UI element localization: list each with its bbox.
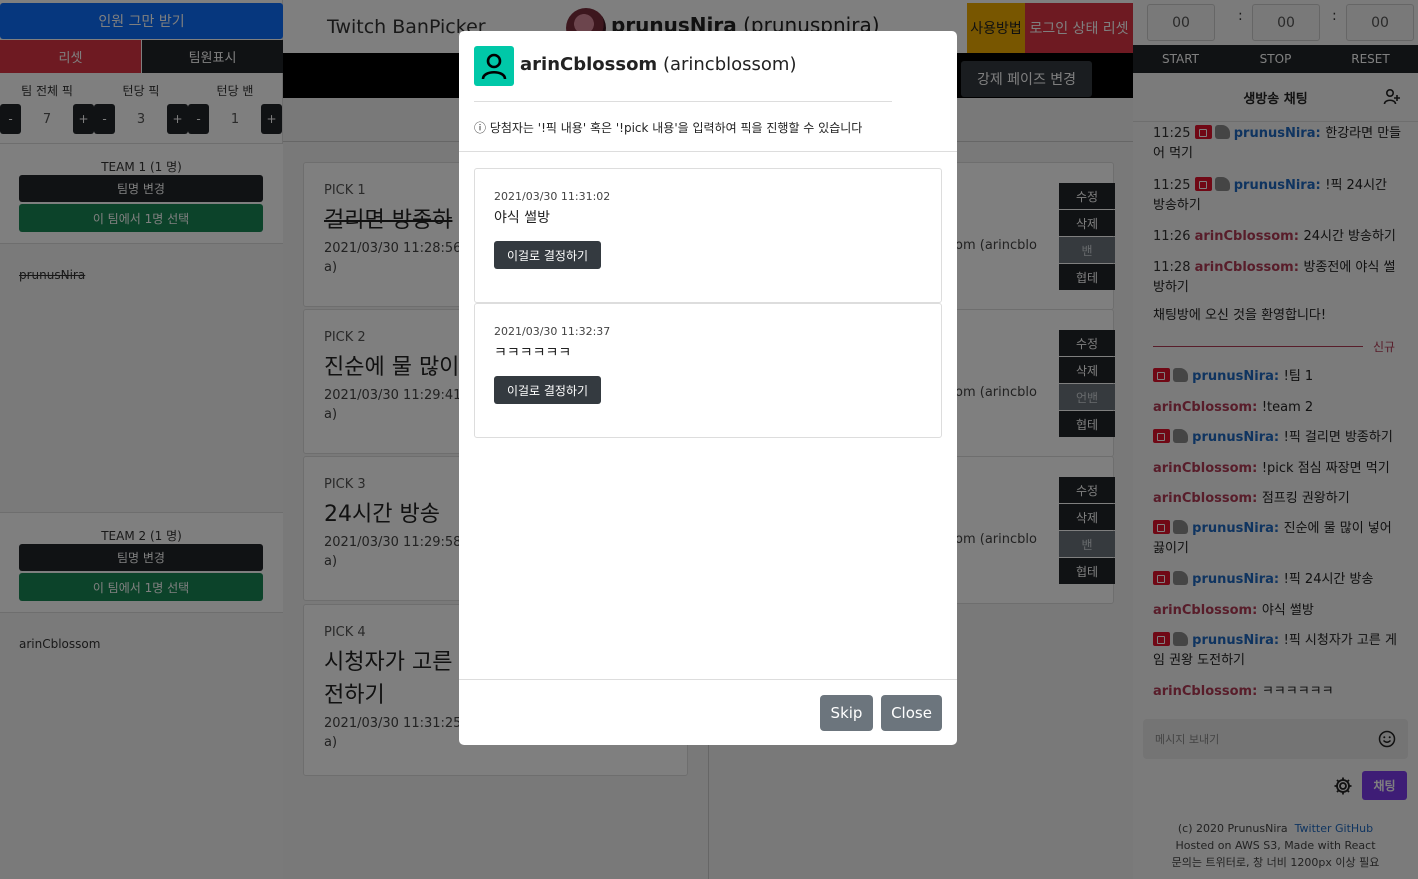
close-button[interactable]: Close	[881, 695, 942, 731]
pick-selection-modal: arinCblossom (arincblossom) ⓘ 당첨자는 '!픽 내…	[459, 31, 957, 745]
candidate-text: ㅋㅋㅋㅋㅋㅋ	[494, 345, 572, 361]
candidate-card: 2021/03/30 11:32:37 ㅋㅋㅋㅋㅋㅋ 이걸로 결정하기	[474, 303, 942, 438]
modal-footer-divider	[459, 679, 957, 680]
candidate-time: 2021/03/30 11:31:02	[494, 190, 611, 203]
select-candidate-button[interactable]: 이걸로 결정하기	[494, 241, 601, 269]
skip-button[interactable]: Skip	[820, 695, 873, 731]
select-candidate-button[interactable]: 이걸로 결정하기	[494, 376, 601, 404]
candidate-card: 2021/03/30 11:31:02 야식 썰방 이걸로 결정하기	[474, 168, 942, 303]
winner-login: (arincblossom)	[662, 54, 797, 75]
modal-info-text: ⓘ 당첨자는 '!픽 내용' 혹은 '!pick 내용'을 입력하여 픽을 진행…	[474, 121, 863, 135]
user-icon	[481, 53, 507, 80]
modal-title-divider	[474, 101, 892, 102]
modal-title: arinCblossom (arincblossom)	[520, 54, 796, 75]
modal-header-divider	[459, 151, 957, 152]
winner-display-name: arinCblossom	[520, 54, 658, 75]
winner-avatar	[474, 46, 514, 86]
candidate-time: 2021/03/30 11:32:37	[494, 325, 611, 338]
candidate-text: 야식 썰방	[494, 210, 550, 226]
